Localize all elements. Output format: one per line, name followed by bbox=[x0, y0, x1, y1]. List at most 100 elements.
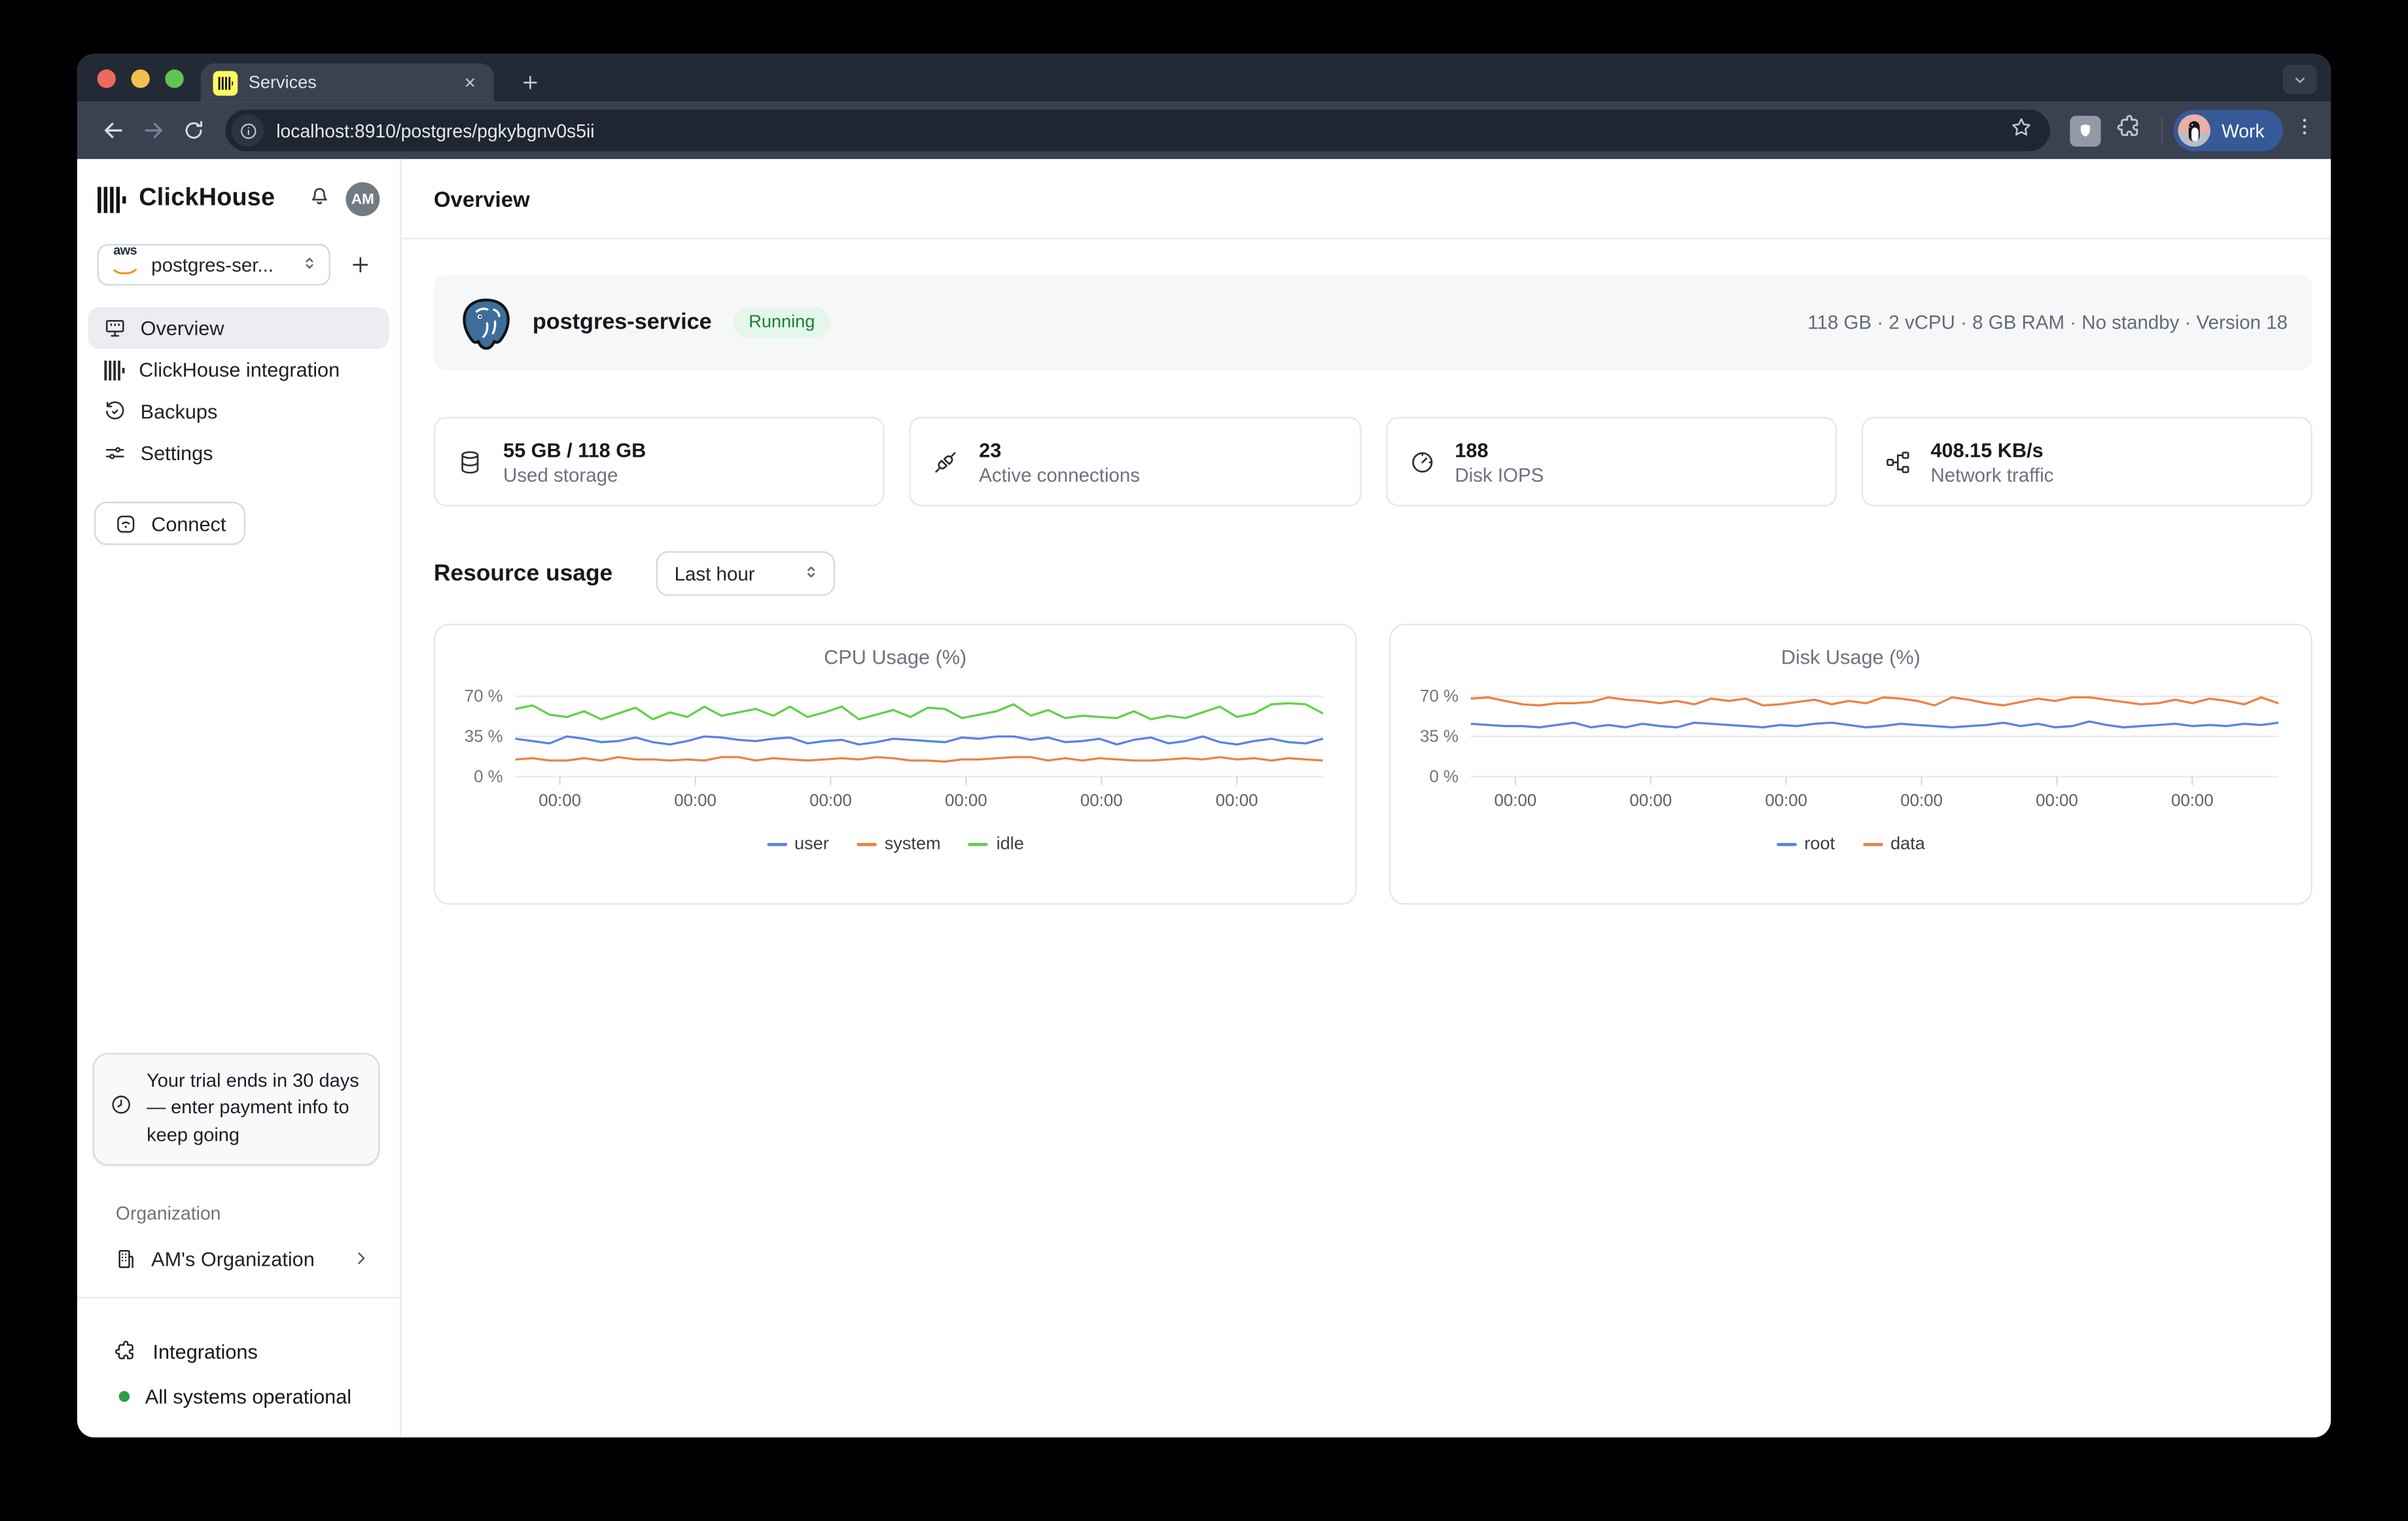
maximize-window-button[interactable] bbox=[165, 69, 183, 87]
chevron-updown-icon bbox=[301, 251, 318, 278]
legend-swatch bbox=[767, 843, 787, 846]
stat-card-active-connections: 23 Active connections bbox=[910, 417, 1360, 507]
gauge-icon bbox=[1409, 448, 1435, 474]
disk-chart-legend: rootdata bbox=[1390, 835, 2311, 853]
stat-label: Disk IOPS bbox=[1455, 464, 1544, 486]
add-service-button[interactable] bbox=[340, 245, 380, 285]
clickhouse-bars-icon bbox=[103, 359, 125, 380]
back-button[interactable] bbox=[93, 111, 133, 151]
browser-profile-chip[interactable]: Work bbox=[2174, 109, 2283, 151]
close-tab-icon[interactable] bbox=[457, 70, 482, 95]
sidebar-item-clickhouse-integration[interactable]: ClickHouse integration bbox=[88, 349, 389, 391]
user-avatar[interactable]: AM bbox=[345, 182, 380, 216]
minimize-window-button[interactable] bbox=[132, 69, 150, 87]
sidebar: ClickHouse AM aws postgres-ser... bbox=[77, 159, 401, 1437]
main-panel: Overview postgres-service Running 118 GB… bbox=[401, 159, 2331, 1437]
svg-text:70 %: 70 % bbox=[465, 687, 503, 706]
new-tab-button[interactable] bbox=[509, 63, 549, 102]
stat-value: 188 bbox=[1455, 438, 1544, 461]
tab-title: Services bbox=[249, 73, 457, 92]
shield-extension-icon[interactable] bbox=[2070, 115, 2101, 146]
organization-name: AM's Organization bbox=[151, 1247, 338, 1270]
svg-text:00:00: 00:00 bbox=[2171, 791, 2214, 810]
svg-text:00:00: 00:00 bbox=[2036, 791, 2078, 810]
service-selector-row: aws postgres-ser... bbox=[97, 244, 380, 286]
extensions-puzzle-icon[interactable] bbox=[2117, 113, 2143, 147]
postgresql-logo bbox=[459, 295, 514, 351]
chevron-updown-icon bbox=[802, 560, 819, 587]
sidebar-item-label: Settings bbox=[141, 442, 213, 465]
address-bar[interactable]: localhost:8910/postgres/pgkybgnv0s5ii bbox=[225, 109, 2050, 151]
chevron-right-icon bbox=[352, 1249, 370, 1267]
stat-value: 23 bbox=[979, 438, 1140, 461]
bookmark-star-icon[interactable] bbox=[2010, 115, 2033, 146]
chart-title: CPU Usage (%) bbox=[435, 645, 1355, 668]
sidebar-item-settings[interactable]: Settings bbox=[88, 433, 389, 474]
page-content: postgres-service Running 118 GB · 2 vCPU… bbox=[401, 240, 2331, 905]
system-status[interactable]: All systems operational bbox=[119, 1377, 351, 1414]
disk-usage-chart: 0 %35 %70 %00:0000:0000:0000:0000:0000:0… bbox=[1390, 681, 2311, 823]
stat-label: Used storage bbox=[503, 464, 646, 486]
browser-menu-icon[interactable] bbox=[2293, 116, 2315, 145]
svg-text:00:00: 00:00 bbox=[1216, 791, 1258, 810]
legend-swatch bbox=[1863, 843, 1883, 846]
charts-row: CPU Usage (%) 0 % 35 % 70 % 00:00 00:00 00:00… bbox=[434, 624, 2312, 904]
forward-button[interactable] bbox=[133, 111, 173, 151]
screen: Services bbox=[0, 0, 2408, 1521]
svg-text:35 %: 35 % bbox=[465, 727, 503, 745]
clickhouse-logo-icon bbox=[97, 186, 127, 212]
status-text: All systems operational bbox=[145, 1384, 351, 1407]
svg-text:0 %: 0 % bbox=[1429, 768, 1459, 786]
service-name: postgres-service bbox=[533, 310, 712, 335]
legend-label: data bbox=[1890, 835, 1925, 853]
legend-swatch bbox=[1777, 843, 1797, 846]
sidebar-item-backups[interactable]: Backups bbox=[88, 391, 389, 433]
brand-name: ClickHouse bbox=[139, 185, 307, 213]
stat-label: Active connections bbox=[979, 464, 1140, 486]
svg-text:00:00: 00:00 bbox=[539, 791, 581, 810]
status-badge: Running bbox=[734, 307, 830, 338]
browser-tab-services[interactable]: Services bbox=[201, 63, 494, 102]
reload-button[interactable] bbox=[173, 111, 213, 151]
time-range-select[interactable]: Last hour bbox=[656, 551, 835, 596]
window-controls bbox=[97, 69, 184, 87]
database-icon bbox=[457, 448, 483, 474]
integrations-label: Integrations bbox=[153, 1339, 258, 1362]
integrations-puzzle-icon bbox=[115, 1339, 137, 1362]
svg-text:70 %: 70 % bbox=[1420, 687, 1459, 706]
url-text: localhost:8910/postgres/pgkybgnv0s5ii bbox=[276, 120, 2010, 141]
close-window-button[interactable] bbox=[97, 69, 116, 87]
svg-text:00:00: 00:00 bbox=[1080, 791, 1123, 810]
browser-toolbar: localhost:8910/postgres/pgkybgnv0s5ii Wo… bbox=[77, 102, 2331, 159]
disk-usage-card: Disk Usage (%) 0 %35 %70 %00:0000:0000:0… bbox=[1389, 624, 2312, 904]
page-header: Overview bbox=[401, 159, 2331, 240]
sidebar-item-integrations[interactable]: Integrations bbox=[115, 1333, 258, 1370]
resource-usage-title: Resource usage bbox=[434, 560, 612, 586]
stat-value: 408.15 KB/s bbox=[1930, 438, 2053, 461]
clickhouse-favicon bbox=[213, 70, 238, 95]
notifications-bell-icon[interactable] bbox=[307, 183, 332, 216]
sidebar-item-label: Backups bbox=[141, 400, 218, 423]
overview-icon bbox=[103, 317, 126, 340]
stat-value: 55 GB / 118 GB bbox=[503, 438, 646, 461]
cpu-usage-chart: 0 %35 %70 %00:0000:0000:0000:0000:0000:0… bbox=[435, 681, 1355, 823]
service-selector[interactable]: aws postgres-ser... bbox=[97, 244, 330, 286]
browser-window: Services bbox=[77, 54, 2331, 1438]
connect-button[interactable]: Connect bbox=[94, 502, 246, 545]
sidebar-item-overview[interactable]: Overview bbox=[88, 307, 389, 349]
site-info-icon[interactable] bbox=[232, 115, 264, 147]
organization-building-icon bbox=[115, 1247, 137, 1270]
organization-row[interactable]: AM's Organization bbox=[97, 1240, 380, 1277]
stat-card-used-storage: 55 GB / 118 GB Used storage bbox=[434, 417, 885, 507]
stats-row: 55 GB / 118 GB Used storage 23 Active conn… bbox=[434, 417, 2312, 507]
svg-text:00:00: 00:00 bbox=[1765, 791, 1807, 810]
tab-search-button[interactable] bbox=[2283, 65, 2317, 94]
svg-text:00:00: 00:00 bbox=[945, 791, 987, 810]
time-range-value: Last hour bbox=[675, 563, 803, 584]
legend-label: idle bbox=[997, 835, 1024, 853]
resource-usage-row: Resource usage Last hour bbox=[434, 551, 2312, 596]
connect-label: Connect bbox=[151, 512, 226, 535]
cpu-chart-legend: usersystemidle bbox=[435, 835, 1355, 853]
legend-label: user bbox=[794, 835, 829, 853]
svg-text:0 %: 0 % bbox=[474, 768, 503, 786]
